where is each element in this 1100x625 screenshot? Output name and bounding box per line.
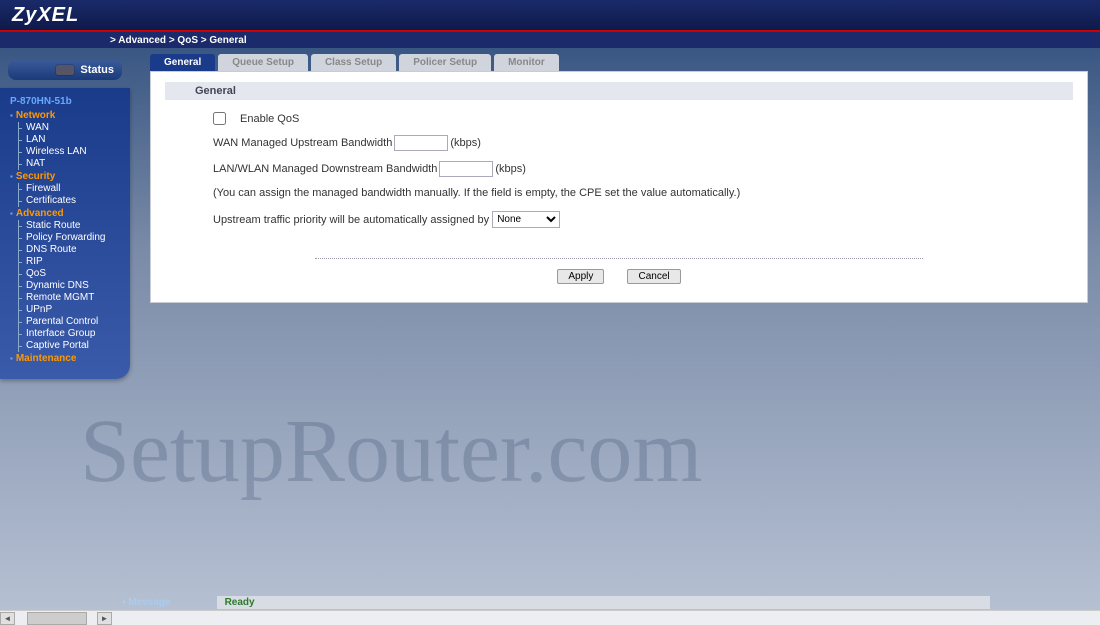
nav-item-firewall[interactable]: Firewall	[4, 183, 126, 195]
breadcrumb: > Advanced > QoS > General	[0, 32, 1100, 48]
nav-item-remote-mgmt[interactable]: Remote MGMT	[4, 292, 126, 304]
nav-section-network[interactable]: Network	[4, 109, 126, 122]
tab-queue-setup[interactable]: Queue Setup	[218, 54, 308, 71]
status-button[interactable]: Status	[8, 60, 122, 80]
wan-upstream-input[interactable]	[394, 135, 448, 151]
scroll-thumb[interactable]	[27, 612, 87, 625]
status-message: Ready	[217, 596, 990, 609]
model-name: P-870HN-51b	[4, 94, 126, 109]
lan-downstream-unit: (kbps)	[495, 163, 526, 175]
content-area: GeneralQueue SetupClass SetupPolicer Set…	[130, 48, 1100, 605]
enable-qos-checkbox[interactable]	[213, 112, 226, 125]
nav-item-certificates[interactable]: Certificates	[4, 195, 126, 207]
tab-policer-setup[interactable]: Policer Setup	[399, 54, 491, 71]
nav-item-qos[interactable]: QoS	[4, 268, 126, 280]
nav-panel: P-870HN-51b NetworkWANLANWireless LANNAT…	[0, 88, 130, 379]
nav-section-maintenance[interactable]: Maintenance	[4, 352, 126, 365]
sidebar: Status P-870HN-51b NetworkWANLANWireless…	[0, 48, 130, 605]
panel: General Enable QoS WAN Managed Upstream …	[150, 71, 1088, 303]
nav-item-upnp[interactable]: UPnP	[4, 304, 126, 316]
priority-select[interactable]: None	[492, 211, 560, 228]
nav-item-lan[interactable]: LAN	[4, 134, 126, 146]
apply-button[interactable]: Apply	[557, 269, 604, 284]
tab-class-setup[interactable]: Class Setup	[311, 54, 396, 71]
nav-section-advanced[interactable]: Advanced	[4, 207, 126, 220]
tab-row: GeneralQueue SetupClass SetupPolicer Set…	[150, 54, 1088, 71]
nav-item-dynamic-dns[interactable]: Dynamic DNS	[4, 280, 126, 292]
tab-monitor[interactable]: Monitor	[494, 54, 559, 71]
lan-downstream-input[interactable]	[439, 161, 493, 177]
header-bar: ZyXEL	[0, 0, 1100, 32]
nav-item-wan[interactable]: WAN	[4, 122, 126, 134]
priority-label: Upstream traffic priority will be automa…	[213, 214, 489, 226]
panel-title: General	[165, 82, 1073, 100]
separator	[315, 258, 923, 259]
scroll-left-icon[interactable]: ◄	[0, 612, 15, 625]
message-label: ▪ Message	[122, 597, 171, 608]
wan-upstream-label: WAN Managed Upstream Bandwidth	[213, 137, 392, 149]
nav-item-captive-portal[interactable]: Captive Portal	[4, 340, 126, 352]
nav-item-dns-route[interactable]: DNS Route	[4, 244, 126, 256]
status-icon	[56, 65, 74, 75]
bandwidth-note: (You can assign the managed bandwidth ma…	[213, 187, 1073, 199]
nav-section-security[interactable]: Security	[4, 170, 126, 183]
lan-downstream-label: LAN/WLAN Managed Downstream Bandwidth	[213, 163, 437, 175]
cancel-button[interactable]: Cancel	[627, 269, 680, 284]
brand-logo: ZyXEL	[12, 4, 79, 27]
nav-item-wireless-lan[interactable]: Wireless LAN	[4, 146, 126, 158]
wan-upstream-unit: (kbps)	[450, 137, 481, 149]
nav-item-interface-group[interactable]: Interface Group	[4, 328, 126, 340]
tab-general[interactable]: General	[150, 54, 215, 71]
nav-item-policy-forwarding[interactable]: Policy Forwarding	[4, 232, 126, 244]
nav-item-parental-control[interactable]: Parental Control	[4, 316, 126, 328]
enable-qos-label: Enable QoS	[240, 113, 299, 125]
scroll-right-icon[interactable]: ►	[97, 612, 112, 625]
nav-item-static-route[interactable]: Static Route	[4, 220, 126, 232]
footer: ▪ Message Ready ◄ ►	[0, 595, 1100, 625]
nav-item-nat[interactable]: NAT	[4, 158, 126, 170]
nav-item-rip[interactable]: RIP	[4, 256, 126, 268]
horizontal-scrollbar[interactable]: ◄ ►	[0, 610, 1100, 625]
status-label: Status	[80, 64, 114, 76]
